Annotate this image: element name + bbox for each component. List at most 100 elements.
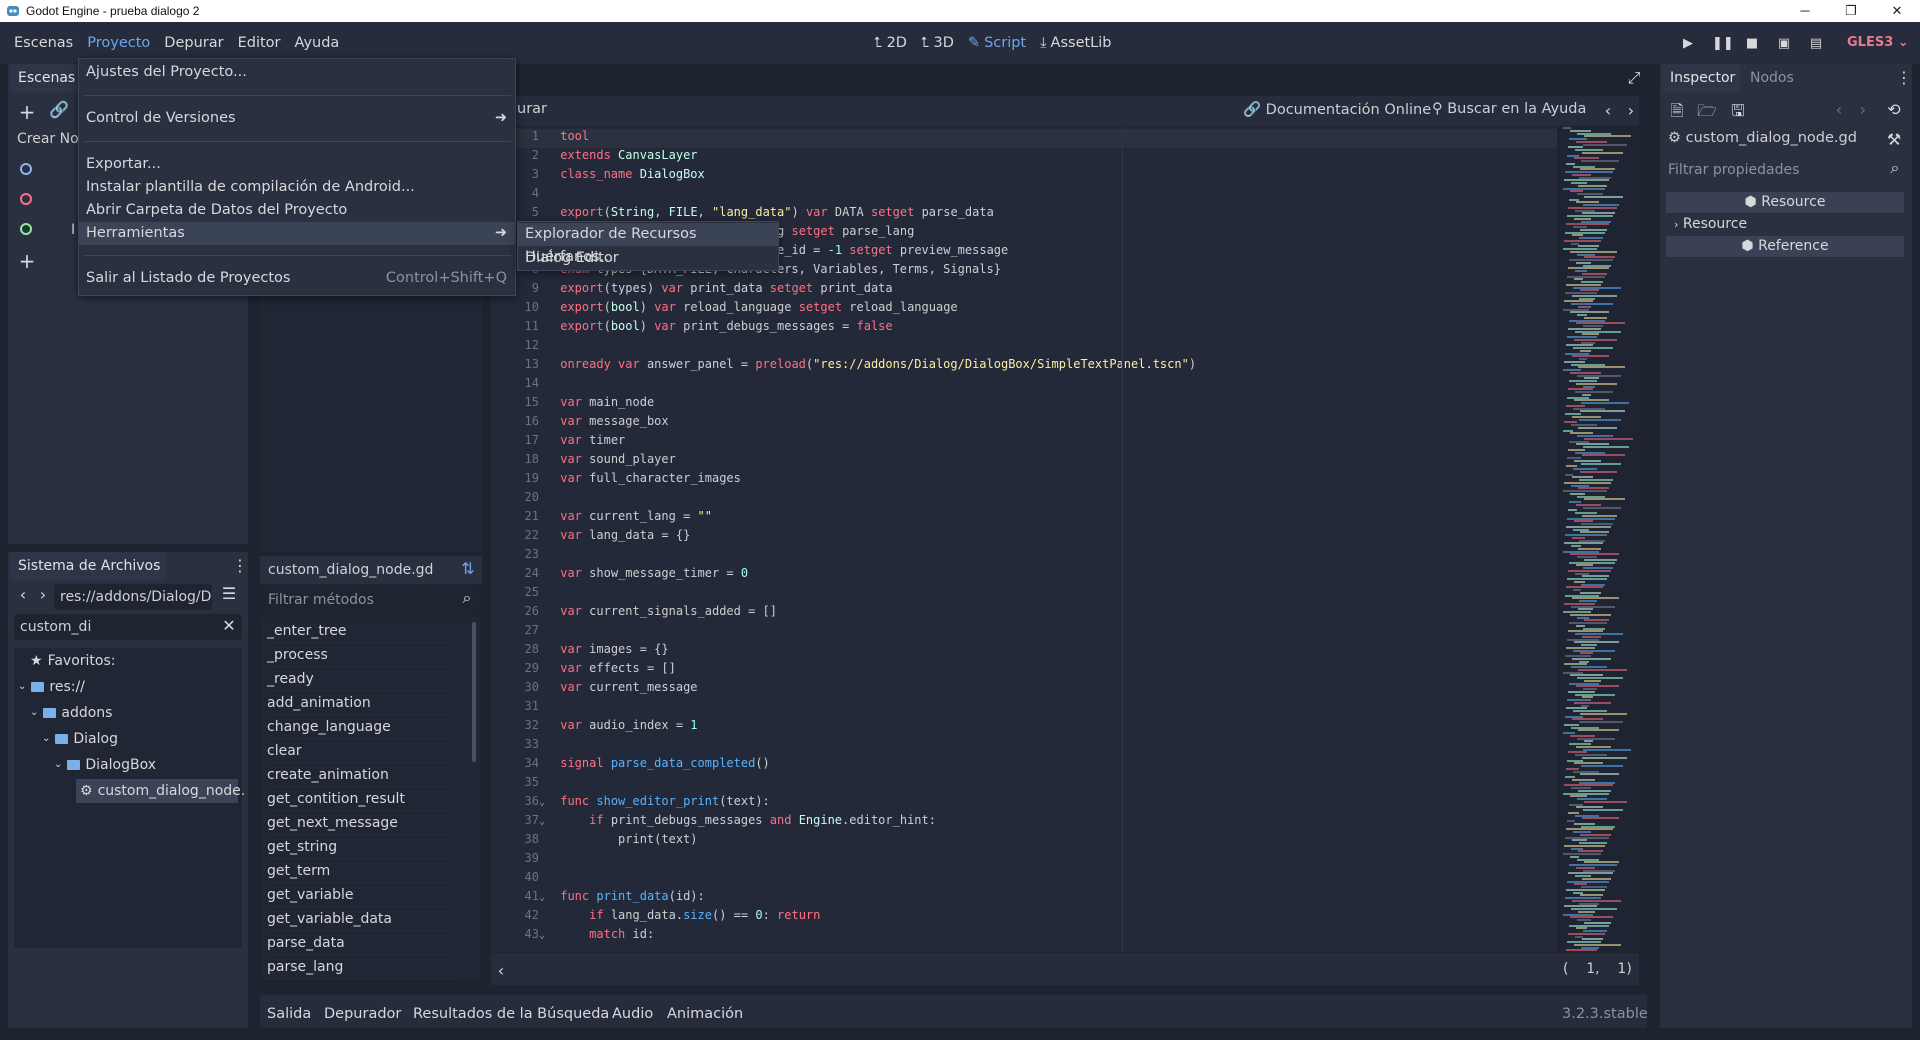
tab-audio[interactable]: Audio	[612, 1000, 653, 1028]
play-icon[interactable]: ▶	[1680, 36, 1696, 51]
code-line[interactable]: 19 var full_character_images	[491, 469, 1551, 488]
2d-scene-icon[interactable]	[20, 163, 32, 175]
link-icon[interactable]: 🔗	[48, 100, 70, 119]
method-item[interactable]: get_string	[265, 835, 455, 859]
fold-chevron-icon[interactable]: ⌄	[539, 926, 553, 945]
code-line[interactable]: 22 var lang_data = {}	[491, 526, 1551, 545]
section-reference-header[interactable]: ⬢ Reference	[1666, 236, 1904, 257]
code-line[interactable]: 2 extends CanvasLayer	[491, 146, 1551, 165]
tree-row-dialog[interactable]: ⌄ Dialog	[42, 727, 118, 751]
close-window-button[interactable]: ✕	[1874, 3, 1920, 19]
code-line[interactable]: 28 var images = {}	[491, 640, 1551, 659]
code-line[interactable]: 23	[491, 545, 1551, 564]
method-item[interactable]: _process	[265, 643, 455, 667]
menu-item-exportar[interactable]: Exportar...	[79, 153, 515, 176]
current-script-field[interactable]: custom_dialog_node.gd	[262, 557, 448, 583]
workspace-3d-tab[interactable]: ⮤ 3D	[921, 35, 954, 51]
code-line[interactable]: 15 var main_node	[491, 393, 1551, 412]
chevron-left-icon[interactable]: ‹	[1597, 101, 1619, 120]
method-item[interactable]: get_contition_result	[265, 787, 455, 811]
workspace-assetlib-tab[interactable]: ⤓ AssetLib	[1040, 35, 1111, 51]
code-line[interactable]: 21 var current_lang = ""	[491, 507, 1551, 526]
code-line[interactable]: 30 var current_message	[491, 678, 1551, 697]
minimize-button[interactable]: ─	[1782, 3, 1828, 19]
filter-properties-input[interactable]: Filtrar propiedades	[1662, 157, 1910, 183]
menu-item-control-versiones[interactable]: Control de Versiones ➜	[79, 107, 515, 130]
code-line[interactable]: 18 var sound_player	[491, 450, 1551, 469]
code-line[interactable]: 39	[491, 849, 1551, 868]
code-line[interactable]: 20	[491, 488, 1551, 507]
filesystem-search-input[interactable]: custom_di	[14, 614, 242, 640]
code-line[interactable]: 10 export(bool) var reload_language setg…	[491, 298, 1551, 317]
code-line[interactable]: 34 signal parse_data_completed()	[491, 754, 1551, 773]
menu-item-dialog-editor[interactable]: Dialog Editor	[518, 247, 778, 270]
maximize-button[interactable]: ❐	[1828, 3, 1874, 19]
section-resource-header[interactable]: ⬢ Resource	[1666, 192, 1904, 213]
code-line[interactable]: 32 var audio_index = 1	[491, 716, 1551, 735]
new-resource-icon[interactable]: 🗎	[1666, 100, 1688, 127]
tree-row-favoritos[interactable]: ★ Favoritos:	[30, 649, 115, 673]
menu-item-explorador-recursos[interactable]: Explorador de Recursos Huérfanos...	[518, 223, 778, 265]
tab-nodos[interactable]: Nodos	[1742, 64, 1802, 92]
resource-header[interactable]: ⚙ custom_dialog_node.gd	[1668, 130, 1857, 146]
filter-methods-input[interactable]: Filtrar métodos	[262, 587, 480, 613]
code-line[interactable]: 35	[491, 773, 1551, 792]
play-custom-scene-icon[interactable]: ▤	[1808, 36, 1824, 51]
menu-item-herramientas[interactable]: Herramientas ➜	[79, 222, 515, 245]
menu-item-salir[interactable]: Salir al Listado de Proyectos Control+Shi…	[79, 267, 515, 290]
tab-inspector[interactable]: Inspector	[1662, 64, 1740, 92]
fold-chevron-icon[interactable]: ⌄	[539, 812, 553, 831]
method-item[interactable]: get_variable_data	[265, 907, 455, 931]
code-minimap[interactable]	[1559, 127, 1637, 952]
code-line[interactable]: 42 if lang_data.size() == 0: return	[491, 906, 1551, 925]
fold-chevron-icon[interactable]: ⌄	[539, 793, 553, 812]
code-line[interactable]: 29 var effects = []	[491, 659, 1551, 678]
method-item[interactable]: create_animation	[265, 763, 455, 787]
code-line[interactable]: 4	[491, 184, 1551, 203]
chevron-right-icon[interactable]: ›	[1852, 100, 1874, 119]
code-line[interactable]: 41⌄ func print_data(id):	[491, 887, 1551, 906]
method-item[interactable]: _ready	[265, 667, 455, 691]
more-options-icon[interactable]: ⋮	[1893, 68, 1915, 87]
code-line[interactable]: 33	[491, 735, 1551, 754]
tree-row-res[interactable]: ⌄ res://	[18, 675, 85, 699]
method-item[interactable]: parse_lang	[265, 955, 455, 979]
methods-scrollbar[interactable]	[472, 622, 476, 762]
section-resource-group[interactable]: › Resource	[1666, 214, 1904, 235]
play-scene-icon[interactable]: ▣	[1776, 36, 1792, 51]
code-line[interactable]: 25	[491, 583, 1551, 602]
code-line[interactable]: 40	[491, 868, 1551, 887]
distraction-free-icon[interactable]: ⤢	[1623, 68, 1645, 88]
code-line[interactable]: 36⌄ func show_editor_print(text):	[491, 792, 1551, 811]
chevron-left-icon[interactable]: ‹	[1828, 100, 1850, 119]
code-line[interactable]: 14	[491, 374, 1551, 393]
menu-item-abrir-carpeta[interactable]: Abrir Carpeta de Datos del Proyecto	[79, 199, 515, 222]
tree-row-addons[interactable]: ⌄ addons	[30, 701, 112, 725]
online-docs-button[interactable]: 🔗 Documentación Online	[1243, 101, 1431, 118]
menu-item-instalar-plantilla[interactable]: Instalar plantilla de compilación de And…	[79, 176, 515, 199]
code-line[interactable]: 16 var message_box	[491, 412, 1551, 431]
code-line[interactable]: 17 var timer	[491, 431, 1551, 450]
renderer-selector[interactable]: GLES3 ⌄	[1847, 22, 1909, 64]
code-line[interactable]: 5 export(String, FILE, "lang_data") var …	[491, 203, 1551, 222]
path-field[interactable]: res://addons/Dialog/D	[54, 584, 212, 610]
chevron-right-icon[interactable]: ›	[32, 585, 54, 604]
tree-row-custom-dialog-node[interactable]: ⚙ custom_dialog_node.	[76, 779, 245, 803]
workspace-script-tab[interactable]: ✎ Script	[968, 35, 1026, 51]
menu-escenas[interactable]: Escenas	[7, 22, 80, 64]
tab-salida[interactable]: Salida	[267, 1000, 311, 1028]
method-item[interactable]: add_animation	[265, 691, 455, 715]
add-node-icon[interactable]: +	[16, 100, 38, 124]
method-item[interactable]: get_next_message	[265, 811, 455, 835]
workspace-2d-tab[interactable]: ⮤ 2D	[874, 35, 907, 51]
method-item[interactable]: get_variable	[265, 883, 455, 907]
code-line[interactable]: 9 export(types) var print_data setget pr…	[491, 279, 1551, 298]
method-item[interactable]: parse_data	[265, 931, 455, 955]
code-line[interactable]: 11 export(bool) var print_debugs_message…	[491, 317, 1551, 336]
tab-animacion[interactable]: Animación	[667, 1000, 743, 1028]
view-mode-icon[interactable]: ☰	[218, 584, 240, 603]
sort-icon[interactable]: ⇅	[457, 559, 479, 578]
code-line[interactable]: 27	[491, 621, 1551, 640]
code-line[interactable]: 43⌄ match id:	[491, 925, 1551, 944]
code-line[interactable]: 1 tool	[491, 127, 1551, 146]
